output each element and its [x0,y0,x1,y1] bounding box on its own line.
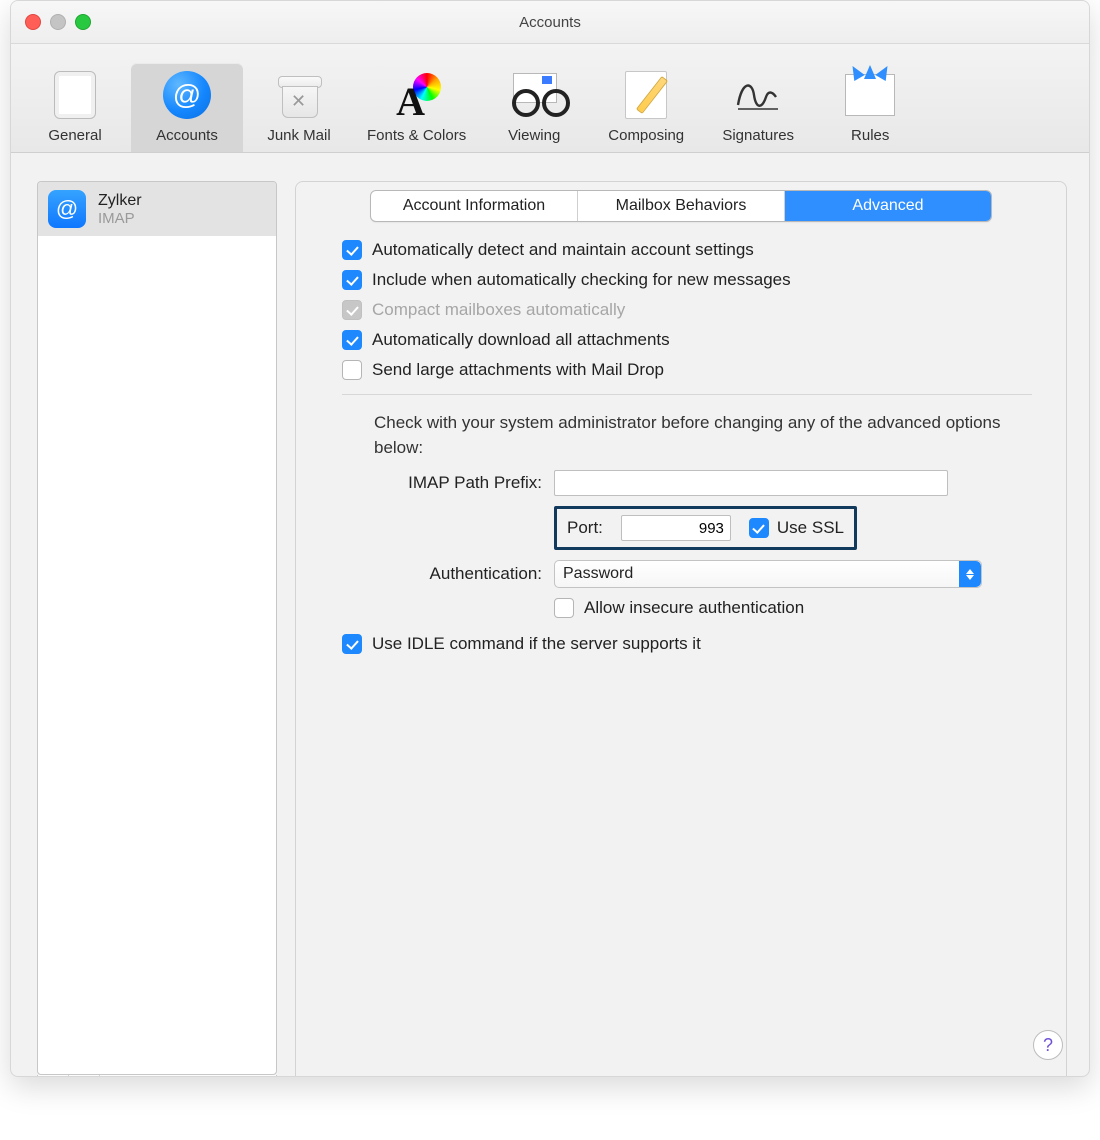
tab-account-information[interactable]: Account Information [371,191,578,221]
toolbar-label: Junk Mail [267,127,330,144]
window-title: Accounts [519,14,581,31]
authentication-select[interactable]: Password [554,560,982,588]
toolbar-item-junk-mail[interactable]: ✕ Junk Mail [243,63,355,152]
select-stepper-icon [959,561,981,587]
toolbar-label: Viewing [508,127,560,144]
auto-download-label: Automatically download all attachments [372,330,670,350]
signatures-icon [732,73,784,117]
toolbar-label: General [48,127,101,144]
row-imap-prefix: IMAP Path Prefix: [342,470,1032,496]
row-mail-drop: Send large attachments with Mail Drop [342,360,1032,380]
row-compact: Compact mailboxes automatically [342,300,1032,320]
admin-note: Check with your system administrator bef… [374,411,1012,460]
toolbar-item-signatures[interactable]: Signatures [702,63,814,152]
include-auto-check-checkbox[interactable] [342,270,362,290]
row-include-auto-check: Include when automatically checking for … [342,270,1032,290]
tab-advanced[interactable]: Advanced [785,191,991,221]
titlebar: Accounts [11,1,1089,44]
accounts-sidebar: @ Zylker IMAP ＋ － [37,181,277,1077]
junk-mail-icon: ✕ [276,72,322,118]
row-auto-detect: Automatically detect and maintain accoun… [342,240,1032,260]
toolbar-label: Composing [608,127,684,144]
general-icon [54,71,96,119]
account-protocol: IMAP [98,210,142,227]
row-allow-insecure: Allow insecure authentication [342,598,1032,618]
mail-drop-checkbox[interactable] [342,360,362,380]
port-ssl-highlight: Port: Use SSL [554,506,857,550]
row-auto-download: Automatically download all attachments [342,330,1032,350]
allow-insecure-checkbox[interactable] [554,598,574,618]
toolbar-item-accounts[interactable]: @ Accounts [131,63,243,152]
accounts-icon: @ [163,71,211,119]
row-authentication: Authentication: Password [342,560,1032,588]
settings-panel: Account Information Mailbox Behaviors Ad… [295,181,1067,1077]
allow-insecure-label: Allow insecure authentication [584,598,804,618]
toolbar-label: Accounts [156,127,218,144]
compact-label: Compact mailboxes automatically [372,300,625,320]
fonts-colors-icon: A [393,71,441,119]
mail-drop-label: Send large attachments with Mail Drop [372,360,664,380]
authentication-value: Password [563,565,633,583]
at-sign-icon: @ [48,190,86,228]
minimize-window-button[interactable] [50,14,66,30]
tab-mailbox-behaviors[interactable]: Mailbox Behaviors [578,191,785,221]
sidebar-footer: ＋ － [37,1075,277,1077]
composing-icon [625,71,667,119]
use-idle-label: Use IDLE command if the server supports … [372,634,701,654]
preferences-toolbar: General @ Accounts ✕ Junk Mail A Fonts &… [11,44,1089,153]
toolbar-item-rules[interactable]: Rules [814,63,926,152]
zoom-window-button[interactable] [75,14,91,30]
authentication-label: Authentication: [342,564,542,584]
imap-prefix-input[interactable] [554,470,948,496]
toolbar-item-viewing[interactable]: Viewing [478,63,590,152]
rules-icon [845,74,895,116]
auto-download-checkbox[interactable] [342,330,362,350]
toolbar-label: Rules [851,127,889,144]
toolbar-item-composing[interactable]: Composing [590,63,702,152]
add-account-button[interactable]: ＋ [38,1075,69,1077]
use-ssl-label: Use SSL [777,518,844,538]
toolbar-label: Fonts & Colors [367,127,466,144]
main-content: @ Zylker IMAP ＋ － Account Information Ma… [11,153,1089,1077]
advanced-settings: Automatically detect and maintain accoun… [296,240,1066,654]
viewing-icon [508,71,560,119]
account-list-item[interactable]: @ Zylker IMAP [38,182,276,236]
remove-account-button[interactable]: － [69,1075,100,1077]
account-name: Zylker [98,192,142,210]
port-input[interactable] [621,515,731,541]
window-controls [25,14,91,30]
use-ssl-checkbox[interactable] [749,518,769,538]
settings-tabs: Account Information Mailbox Behaviors Ad… [370,190,992,222]
preferences-window: Accounts General @ Accounts ✕ Junk Mail … [10,0,1090,1077]
imap-prefix-label: IMAP Path Prefix: [342,473,542,493]
close-window-button[interactable] [25,14,41,30]
advanced-form: IMAP Path Prefix: . Port: Use SSL [342,470,1032,654]
help-button[interactable]: ? [1033,1030,1063,1060]
toolbar-item-general[interactable]: General [19,63,131,152]
port-label: Port: [567,518,603,538]
row-use-idle: Use IDLE command if the server supports … [342,634,1032,654]
accounts-list[interactable]: @ Zylker IMAP [37,181,277,1075]
toolbar-label: Signatures [722,127,794,144]
auto-detect-label: Automatically detect and maintain accoun… [372,240,754,260]
toolbar-item-fonts-colors[interactable]: A Fonts & Colors [355,63,478,152]
use-idle-checkbox[interactable] [342,634,362,654]
row-port-ssl: . Port: Use SSL [342,506,1032,550]
include-auto-check-label: Include when automatically checking for … [372,270,791,290]
auto-detect-checkbox[interactable] [342,240,362,260]
compact-checkbox [342,300,362,320]
divider [342,394,1032,395]
